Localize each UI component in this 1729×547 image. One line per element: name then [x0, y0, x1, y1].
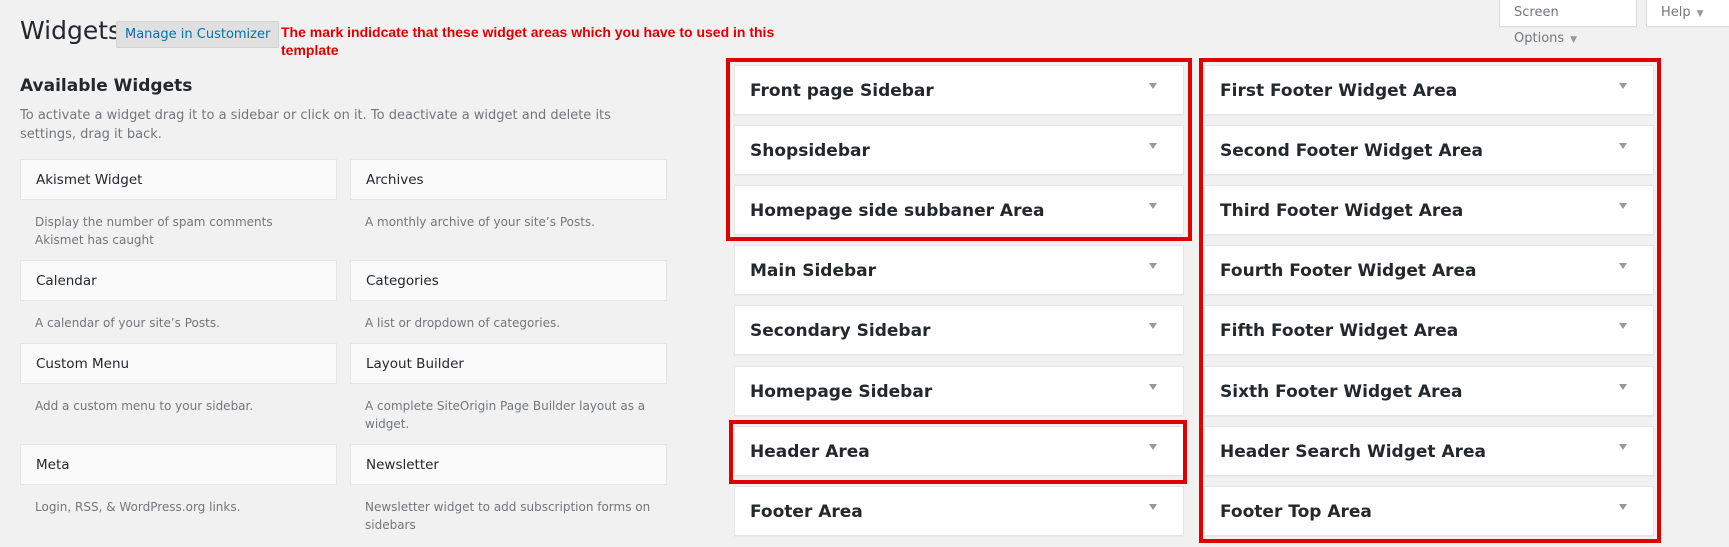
widget-layout-builder[interactable]: Layout Builder A complete SiteOrigin Pag… — [350, 343, 667, 444]
sidebar-main[interactable]: Main Sidebar — [734, 245, 1184, 295]
widget-title[interactable]: Categories — [350, 260, 667, 301]
caret-down-icon[interactable] — [1149, 384, 1157, 390]
widget-title[interactable]: Layout Builder — [350, 343, 667, 384]
highlight-box-right-column — [1199, 58, 1661, 543]
widget-title[interactable]: Meta — [20, 444, 337, 485]
sidebar-title: Main Sidebar — [750, 261, 877, 281]
red-annotation-note: The mark indidcate that these widget are… — [281, 24, 775, 58]
sidebar-secondary[interactable]: Secondary Sidebar — [734, 305, 1184, 355]
widget-title[interactable]: Archives — [350, 159, 667, 200]
widget-description: A complete SiteOrigin Page Builder layou… — [365, 399, 646, 431]
widget-description: Login, RSS, & WordPress.org links. — [35, 500, 241, 514]
highlight-box-header-area — [729, 420, 1187, 484]
manage-in-customizer-button[interactable]: Manage in Customizer — [116, 21, 280, 48]
widget-title[interactable]: Newsletter — [350, 444, 667, 485]
caret-down-icon[interactable] — [1149, 263, 1157, 269]
widget-title[interactable]: Custom Menu — [20, 343, 337, 384]
available-widgets-grid: Akismet Widget Display the number of spa… — [20, 159, 667, 545]
sidebar-title: Homepage Sidebar — [750, 382, 933, 402]
sidebar-homepage[interactable]: Homepage Sidebar — [734, 366, 1184, 416]
help-label: Help — [1661, 5, 1691, 20]
widget-description: Display the number of spam comments Akis… — [35, 215, 273, 247]
page-title: Widgets — [20, 16, 122, 45]
sidebar-title: Footer Area — [750, 502, 863, 522]
widget-newsletter[interactable]: Newsletter Newsletter widget to add subs… — [350, 444, 667, 545]
caret-down-icon: ▼ — [1696, 9, 1704, 19]
widget-title[interactable]: Calendar — [20, 260, 337, 301]
widget-categories[interactable]: Categories A list or dropdown of categor… — [350, 260, 667, 343]
sidebar-footer-area[interactable]: Footer Area — [734, 486, 1184, 536]
highlight-box-top-left — [726, 58, 1192, 241]
widget-akismet[interactable]: Akismet Widget Display the number of spa… — [20, 159, 337, 260]
available-widgets-description: To activate a widget drag it to a sideba… — [20, 108, 611, 142]
sidebar-title: Secondary Sidebar — [750, 321, 931, 341]
screen-options-label: Screen Options — [1514, 5, 1565, 46]
widget-description: A monthly archive of your site’s Posts. — [365, 215, 595, 229]
caret-down-icon[interactable] — [1149, 323, 1157, 329]
widget-meta[interactable]: Meta Login, RSS, & WordPress.org links. — [20, 444, 337, 545]
widget-description: Newsletter widget to add subscription fo… — [365, 500, 651, 532]
widget-description: A calendar of your site’s Posts. — [35, 316, 220, 330]
widget-archives[interactable]: Archives A monthly archive of your site’… — [350, 159, 667, 260]
widget-description: A list or dropdown of categories. — [365, 316, 561, 330]
widget-description: Add a custom menu to your sidebar. — [35, 399, 254, 413]
help-button[interactable]: Help ▼ — [1646, 0, 1729, 27]
widget-title[interactable]: Akismet Widget — [20, 159, 337, 200]
caret-down-icon[interactable] — [1149, 504, 1157, 510]
screen-options-button[interactable]: Screen Options ▼ — [1499, 0, 1637, 46]
widget-custom-menu[interactable]: Custom Menu Add a custom menu to your si… — [20, 343, 337, 444]
widget-calendar[interactable]: Calendar A calendar of your site’s Posts… — [20, 260, 337, 343]
available-widgets-title: Available Widgets — [20, 76, 193, 96]
caret-down-icon: ▼ — [1570, 35, 1578, 45]
